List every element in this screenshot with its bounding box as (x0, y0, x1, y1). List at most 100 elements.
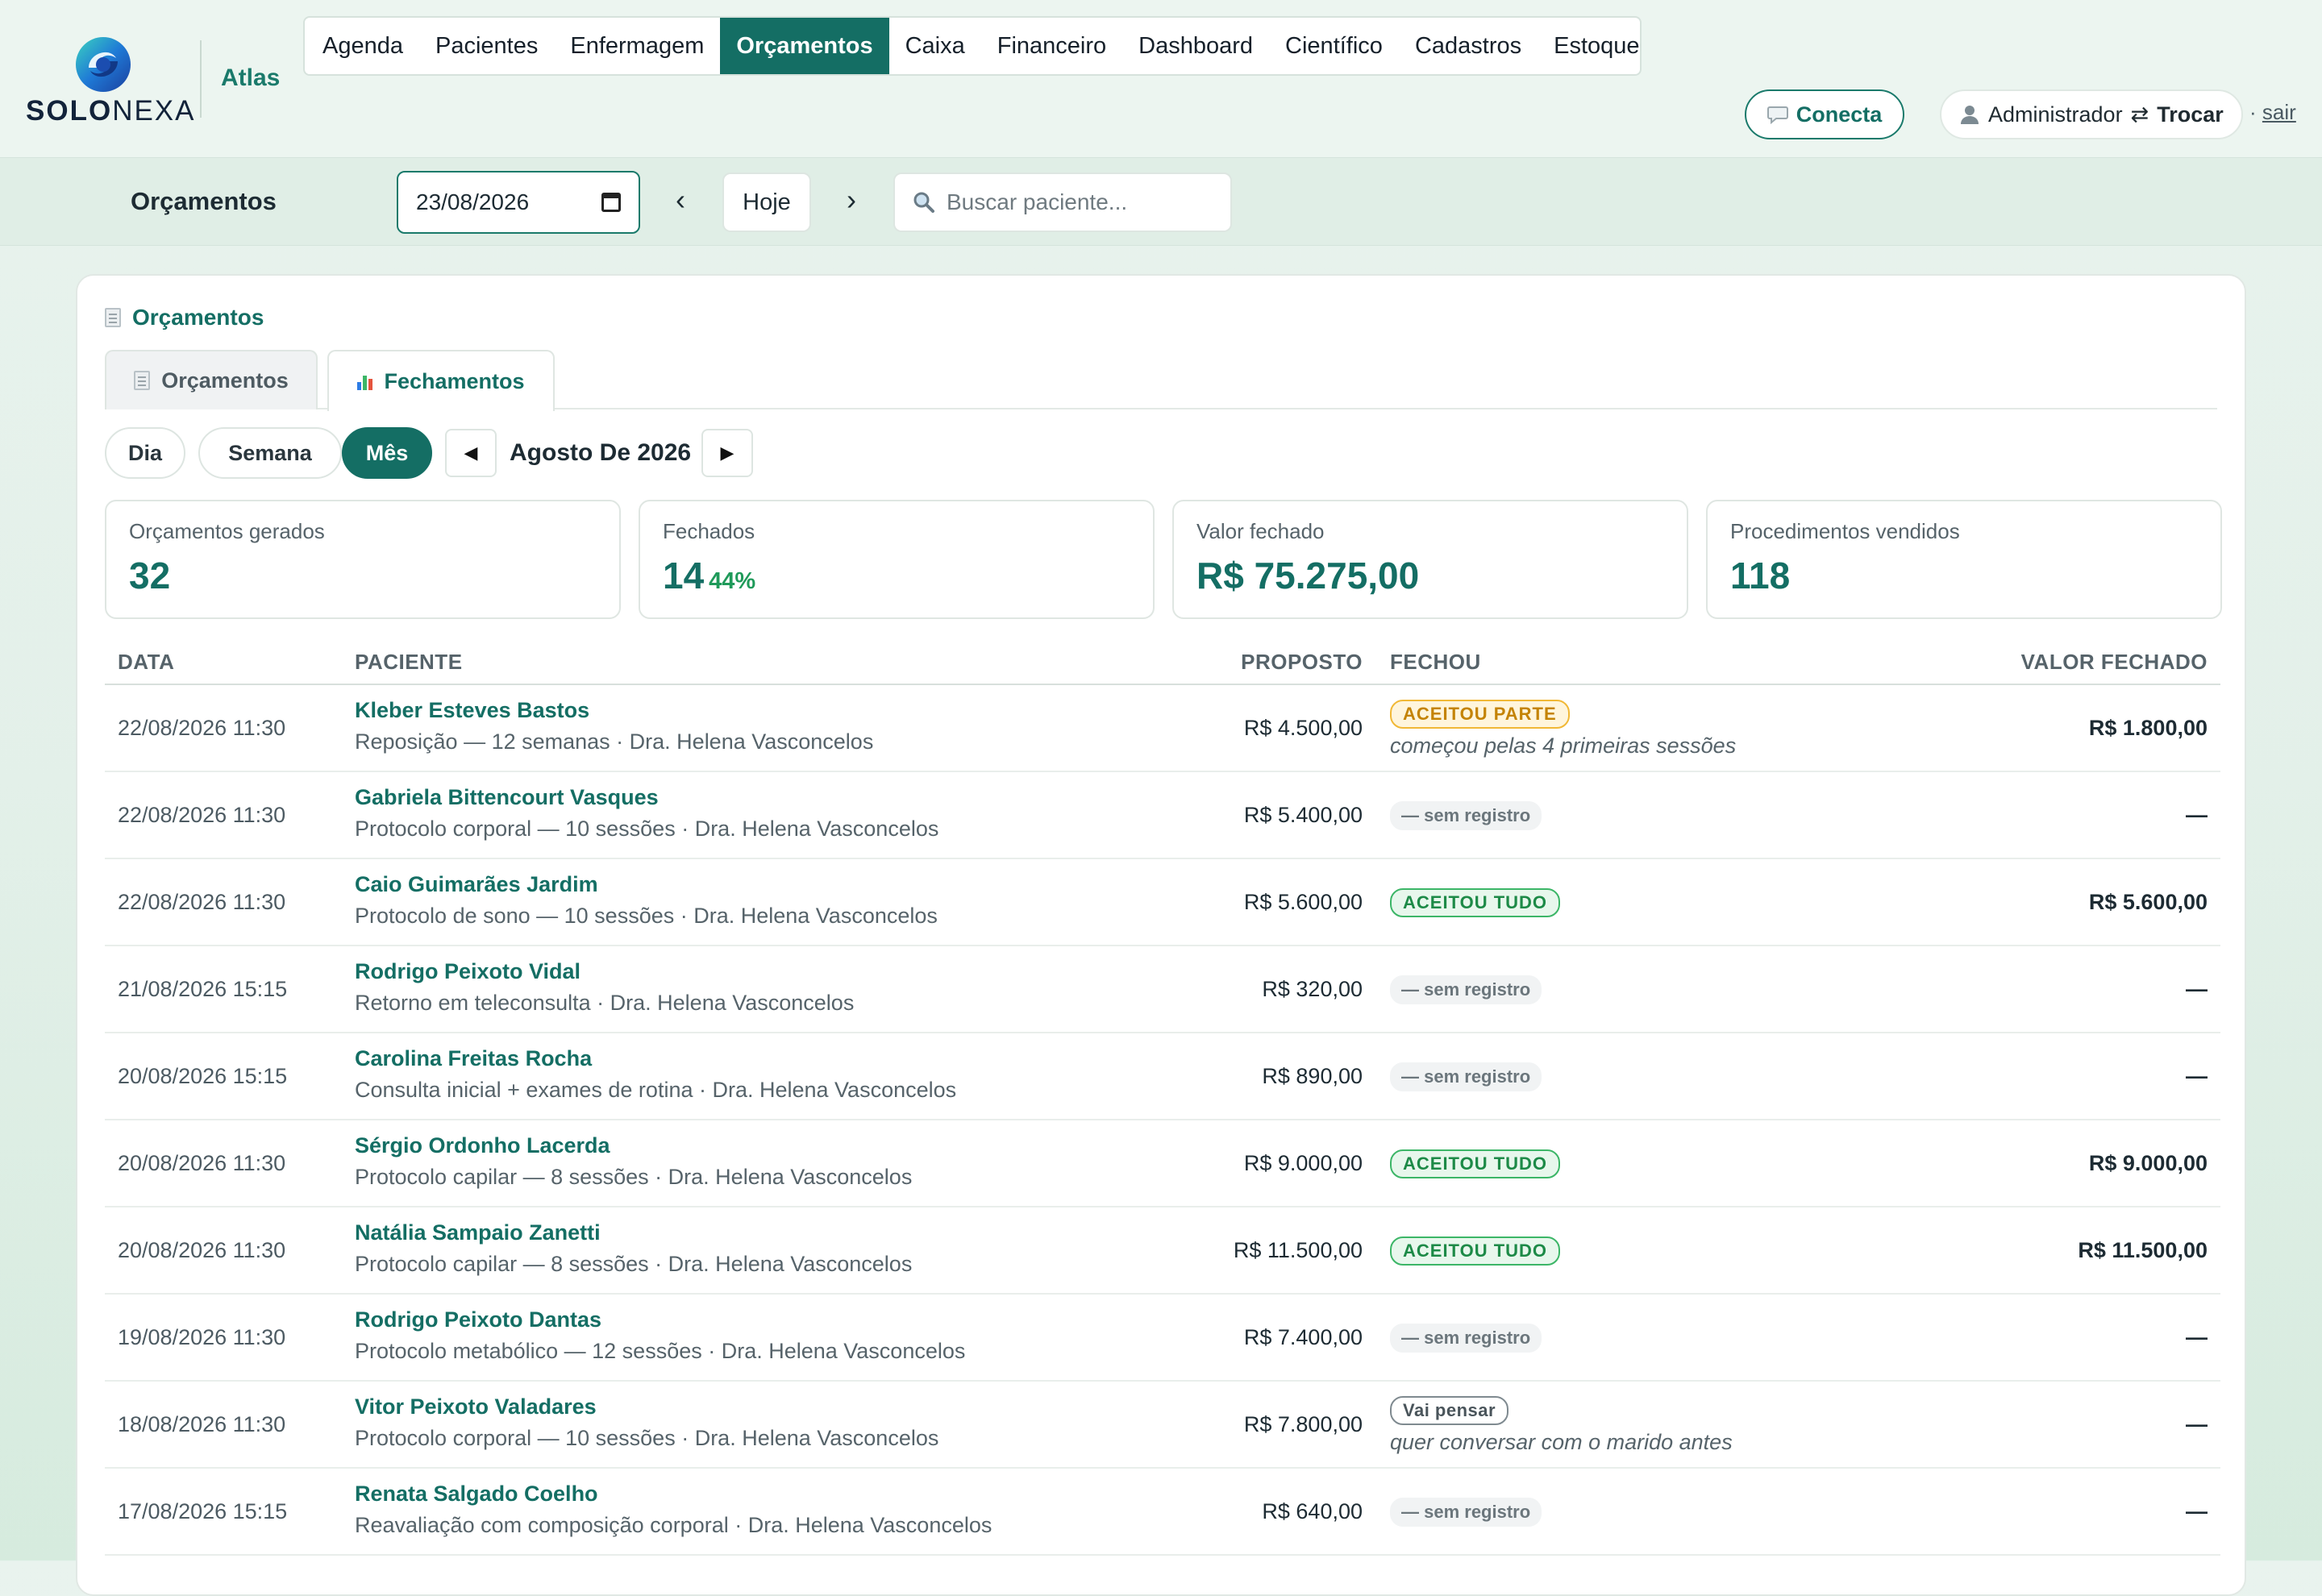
brand-name: SOLONEXA (26, 95, 196, 127)
next-day-button[interactable]: › (847, 185, 856, 214)
proposed-value: R$ 9.000,00 (1243, 1151, 1363, 1175)
budgets-card: Orçamentos Orçamentos Fechamentos Dia Se… (76, 274, 2246, 1596)
status-badge[interactable]: — sem registro (1390, 975, 1542, 1004)
next-month-button[interactable]: ▶ (701, 429, 753, 477)
logout-link[interactable]: sair (2262, 100, 2296, 124)
patient-name-link[interactable]: Renata Salgado Coelho (355, 1482, 992, 1507)
table-header: DATA PACIENTE PROPOSTO FECHOU VALOR FECH… (105, 634, 2220, 685)
patient-name-link[interactable]: Vitor Peixoto Valadares (355, 1394, 938, 1419)
status-note: começou pelas 4 primeiras sessões (1390, 734, 1737, 758)
date-input[interactable]: 23/08/2026 (397, 171, 640, 234)
closing-status: — sem registro (1390, 1498, 1542, 1527)
nav-item-dashboard[interactable]: Dashboard (1122, 18, 1269, 74)
closing-status: — sem registro (1390, 975, 1542, 1004)
status-badge[interactable]: ACEITOU PARTE (1390, 700, 1570, 729)
status-badge[interactable]: Vai pensar (1390, 1396, 1509, 1425)
document-icon (105, 308, 121, 327)
patient-name-link[interactable]: Natália Sampaio Zanetti (355, 1220, 912, 1245)
closing-status: ACEITOU PARTE começou pelas 4 primeiras s… (1390, 700, 1736, 759)
kpi-budgets-generated: Orçamentos gerados 32 (105, 500, 621, 619)
period-month-button[interactable]: Mês (342, 427, 432, 479)
period-day-button[interactable]: Dia (105, 427, 185, 479)
table-row[interactable]: 20/08/2026 15:15 Carolina Freitas Rocha Co… (105, 1033, 2220, 1120)
patient-search-input[interactable]: Buscar paciente... (893, 172, 1232, 232)
tabs: Orçamentos Fechamentos (105, 350, 2217, 411)
row-patient: Sérgio Ordonho Lacerda Protocolo capilar … (355, 1133, 912, 1190)
nav-item-financeiro[interactable]: Financeiro (981, 18, 1122, 74)
kpi-value: 118 (1730, 555, 1791, 596)
card-title: Orçamentos (105, 305, 264, 330)
kpi-value: 14 44% (663, 554, 1130, 597)
row-date: 21/08/2026 15:15 (118, 977, 288, 1001)
nav-item-orcamentos[interactable]: Orçamentos (720, 18, 889, 74)
row-patient: Kleber Esteves Bastos Reposição — 12 sema… (355, 698, 873, 754)
table-row[interactable]: 20/08/2026 11:30 Sérgio Ordonho Lacerda Pr… (105, 1120, 2220, 1207)
nav-item-pacientes[interactable]: Pacientes (419, 18, 554, 74)
closed-value: — (2186, 803, 2208, 827)
nav-item-cientifico[interactable]: Científico (1269, 18, 1399, 74)
tab-budgets[interactable]: Orçamentos (105, 350, 318, 409)
patient-name-link[interactable]: Carolina Freitas Rocha (355, 1046, 956, 1071)
nav-item-caixa[interactable]: Caixa (889, 18, 981, 74)
proposed-value: R$ 4.500,00 (1243, 716, 1363, 740)
table-row[interactable]: 22/08/2026 11:30 Kleber Esteves Bastos Rep… (105, 685, 2220, 772)
row-patient: Carolina Freitas Rocha Consulta inicial +… (355, 1046, 956, 1103)
row-date: 20/08/2026 11:30 (118, 1151, 286, 1175)
row-date: 22/08/2026 11:30 (118, 890, 286, 914)
table-row[interactable]: 20/08/2026 11:30 Natália Sampaio Zanetti P… (105, 1207, 2220, 1295)
conecta-button[interactable]: Conecta (1745, 89, 1904, 139)
nav-item-agenda[interactable]: Agenda (306, 18, 419, 74)
table-row[interactable]: 19/08/2026 11:30 Rodrigo Peixoto Dantas Pr… (105, 1295, 2220, 1382)
status-badge[interactable]: ACEITOU TUDO (1390, 1236, 1561, 1266)
table-body: 22/08/2026 11:30 Kleber Esteves Bastos Rep… (105, 685, 2220, 1556)
status-badge[interactable]: — sem registro (1390, 1324, 1542, 1353)
proposed-value: R$ 320,00 (1262, 977, 1363, 1001)
closed-value: R$ 9.000,00 (2088, 1151, 2208, 1175)
nav-item-estoque[interactable]: Estoque (1538, 18, 1640, 74)
previous-day-button[interactable]: ‹ (676, 185, 685, 214)
kpi-closed-count: 14 (663, 555, 705, 596)
patient-name-link[interactable]: Rodrigo Peixoto Vidal (355, 959, 854, 984)
status-badge[interactable]: ACEITOU TUDO (1390, 888, 1561, 917)
app-header: SOLONEXA Atlas Agenda Pacientes Enfermagem… (0, 0, 2322, 157)
column-header-patient[interactable]: PACIENTE (355, 650, 463, 675)
patient-name-link[interactable]: Sérgio Ordonho Lacerda (355, 1133, 912, 1158)
previous-month-button[interactable]: ◀ (445, 429, 497, 477)
column-header-date[interactable]: DATA (118, 650, 174, 675)
nav-item-cadastros[interactable]: Cadastros (1399, 18, 1538, 74)
row-patient: Gabriela Bittencourt Vasques Protocolo co… (355, 785, 938, 842)
row-date: 18/08/2026 11:30 (118, 1412, 286, 1436)
main-nav: Agenda Pacientes Enfermagem Orçamentos Caixa… (303, 16, 1642, 76)
table-row[interactable]: 21/08/2026 15:15 Rodrigo Peixoto Vidal Ret… (105, 946, 2220, 1033)
tab-closings[interactable]: Fechamentos (327, 350, 555, 411)
nav-item-enfermagem[interactable]: Enfermagem (554, 18, 720, 74)
user-switch[interactable]: Administrador ⇄ Trocar (1940, 89, 2243, 139)
brand[interactable]: SOLONEXA (26, 35, 194, 127)
budget-description: Retorno em teleconsulta · Dra. Helena Va… (355, 991, 855, 1015)
period-week-button[interactable]: Semana (198, 427, 342, 479)
closed-value: — (2186, 977, 2208, 1001)
column-header-closed[interactable]: FECHOU (1390, 650, 1481, 675)
patient-name-link[interactable]: Kleber Esteves Bastos (355, 698, 873, 723)
closing-status: ACEITOU TUDO (1390, 1236, 1561, 1266)
patient-name-link[interactable]: Gabriela Bittencourt Vasques (355, 785, 938, 810)
conecta-label: Conecta (1796, 102, 1883, 127)
status-badge[interactable]: ACEITOU TUDO (1390, 1149, 1561, 1178)
patient-name-link[interactable]: Rodrigo Peixoto Dantas (355, 1307, 965, 1332)
status-badge[interactable]: — sem registro (1390, 1498, 1542, 1527)
table-row[interactable]: 18/08/2026 11:30 Vitor Peixoto Valadares P… (105, 1382, 2220, 1469)
table-row[interactable]: 22/08/2026 11:30 Caio Guimarães Jardim Pro… (105, 859, 2220, 946)
bar-chart-icon (357, 372, 373, 390)
patient-name-link[interactable]: Caio Guimarães Jardim (355, 872, 938, 897)
budget-description: Protocolo metabólico — 12 sessões · Dra.… (355, 1339, 966, 1363)
today-button[interactable]: Hoje (722, 172, 811, 232)
calendar-icon[interactable] (601, 193, 621, 212)
row-patient: Caio Guimarães Jardim Protocolo de sono —… (355, 872, 938, 929)
status-badge[interactable]: — sem registro (1390, 1062, 1542, 1091)
status-badge[interactable]: — sem registro (1390, 801, 1542, 830)
column-header-proposed[interactable]: PROPOSTO (1241, 650, 1363, 675)
table-row[interactable]: 22/08/2026 11:30 Gabriela Bittencourt Vas… (105, 772, 2220, 859)
column-header-closed-value[interactable]: VALOR FECHADO (2021, 650, 2208, 675)
kpi-closed-percent: 44% (709, 568, 756, 594)
table-row[interactable]: 17/08/2026 15:15 Renata Salgado Coelho Rea… (105, 1469, 2220, 1556)
